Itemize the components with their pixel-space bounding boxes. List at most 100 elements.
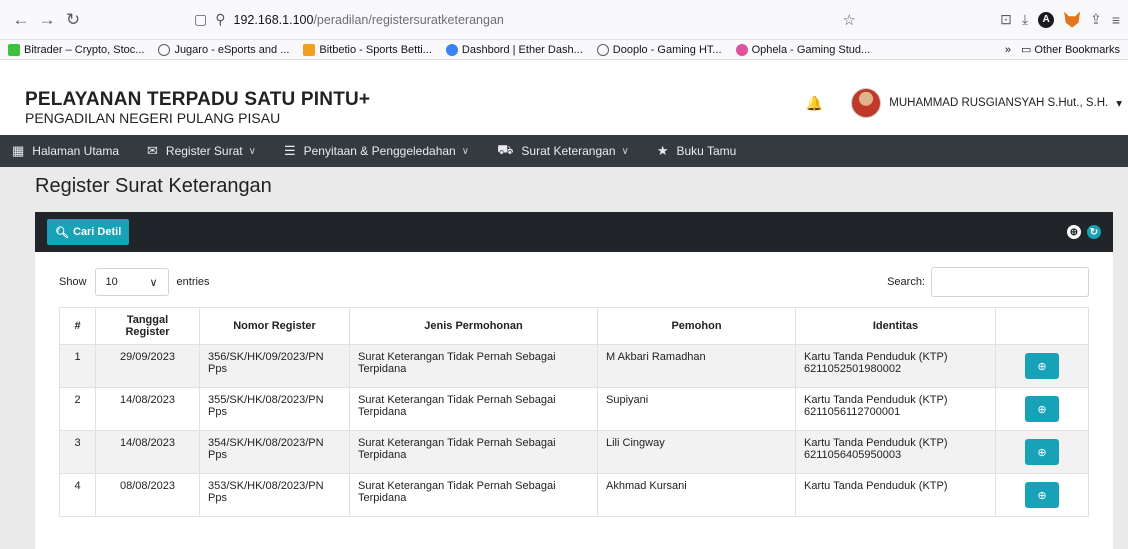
cell-tanggal: 14/08/2023 <box>95 430 200 474</box>
bitbetio-icon <box>303 43 316 56</box>
chevron-down-icon: ∨ <box>461 145 470 157</box>
cell-identitas: Kartu Tanda Penduduk (KTP) 62110564059500… <box>795 430 996 474</box>
bookmark-item[interactable]: Ophela - Gaming Stud... <box>735 43 871 56</box>
col-header-identitas[interactable]: Identitas <box>795 307 996 345</box>
cell-jenis: Surat Keterangan Tidak Pernah Sebagai Te… <box>349 387 598 431</box>
cell-pemohon: M Akbari Ramadhan <box>597 344 796 388</box>
cell-num: 2 <box>59 387 96 431</box>
folder-icon: ▭ <box>1020 44 1032 56</box>
bookmark-label: Bitrader – Crypto, Stoc... <box>24 43 145 56</box>
cell-pemohon: Akhmad Kursani <box>597 473 796 517</box>
star-icon: ★ <box>656 143 669 158</box>
download-icon[interactable]: ⤓ <box>1022 11 1028 28</box>
car-icon: ⛟ <box>497 142 514 157</box>
nav-label: Register Surat <box>165 144 243 158</box>
col-header-num[interactable]: # <box>59 307 96 345</box>
search-icon: 🔍︎ <box>55 226 69 239</box>
connection-icon: ⚲ <box>215 11 226 27</box>
col-header-action <box>995 307 1089 345</box>
plus-circle-icon[interactable]: ⊕ <box>1067 225 1081 239</box>
search-plus-icon: ⊕ <box>1037 489 1047 502</box>
nav-item-register-surat[interactable]: ✉ Register Surat ∨ <box>147 143 256 159</box>
main-navbar: ▦ Halaman Utama ✉ Register Surat ∨ ☰ Penyita… <box>0 135 1128 167</box>
extension-a-icon[interactable]: A <box>1038 11 1055 28</box>
entries-value: 10 <box>105 276 118 288</box>
back-icon[interactable]: ← <box>8 7 34 33</box>
chevron-double-right-icon[interactable]: » <box>1005 44 1011 56</box>
table-header-row: # Tanggal Register Nomor Register Jenis … <box>59 307 1089 345</box>
view-button[interactable]: ⊕ <box>1025 439 1059 465</box>
envelope-icon: ✉ <box>147 143 158 158</box>
cell-nomor: 353/SK/HK/08/2023/PN Pps <box>199 473 350 517</box>
nav-item-surat-keterangan[interactable]: ⛟ Surat Keterangan ∨ <box>497 142 629 160</box>
url-path: /peradilan/registersuratketerangan <box>313 12 504 27</box>
refresh-icon[interactable]: ↻ <box>1087 225 1101 239</box>
menu-icon[interactable]: ≡ <box>1112 12 1120 28</box>
caret-down-icon[interactable]: ▾ <box>1116 96 1122 110</box>
ophela-icon <box>735 43 748 56</box>
nav-label: Halaman Utama <box>32 144 119 158</box>
address-bar[interactable]: ▢ ⚲ 192.168.1.100/peradilan/registersura… <box>184 5 866 35</box>
list-icon: ☰ <box>283 143 296 158</box>
identitas-number: 6211056112700001 <box>804 406 901 418</box>
nav-label: Penyitaan & Penggeledahan <box>303 144 456 158</box>
bookmark-item[interactable]: Dashbord | Ether Dash... <box>445 43 583 56</box>
col-header-pemohon[interactable]: Pemohon <box>597 307 796 345</box>
page-title: Register Surat Keterangan <box>35 175 272 197</box>
identitas-number: 6211056405950003 <box>804 449 902 461</box>
col-header-jenis[interactable]: Jenis Permohonan <box>349 307 598 345</box>
nav-item-penyitaan[interactable]: ☰ Penyitaan & Penggeledahan ∨ <box>284 143 469 159</box>
table-row: 2 14/08/2023 355/SK/HK/08/2023/PN Pps Su… <box>59 387 1089 431</box>
other-bookmarks[interactable]: ▭ Other Bookmarks <box>1021 43 1120 56</box>
bookmark-star-icon[interactable]: ☆ <box>843 11 856 29</box>
table-row: 4 08/08/2023 353/SK/HK/08/2023/PN Pps Su… <box>59 473 1089 517</box>
bookmark-item[interactable]: Bitrader – Crypto, Stoc... <box>8 43 145 56</box>
col-header-tanggal[interactable]: Tanggal Register <box>95 307 200 345</box>
cari-detil-button[interactable]: 🔍︎ Cari Detil <box>47 219 130 245</box>
view-button[interactable]: ⊕ <box>1025 482 1059 508</box>
share-icon[interactable]: ⇪ <box>1090 11 1102 28</box>
bookmark-item[interactable]: Bitbetio - Sports Betti... <box>303 43 432 56</box>
search-input[interactable] <box>931 267 1089 297</box>
nav-item-buku-tamu[interactable]: ★ Buku Tamu <box>657 143 736 159</box>
metamask-icon[interactable] <box>1064 11 1081 28</box>
col-header-nomor[interactable]: Nomor Register <box>199 307 350 345</box>
pocket-icon[interactable]: ⊡ <box>1000 11 1012 28</box>
cell-num: 3 <box>59 430 96 474</box>
bookmark-item[interactable]: Jugaro - eSports and ... <box>158 43 289 56</box>
identitas-type: Kartu Tanda Penduduk (KTP) <box>804 394 948 406</box>
register-table: # Tanggal Register Nomor Register Jenis … <box>59 307 1089 517</box>
search-plus-icon: ⊕ <box>1037 360 1047 373</box>
chevron-down-icon: ∨ <box>149 276 158 289</box>
reload-icon[interactable]: ↻ <box>60 7 86 33</box>
bookmarks-bar: Bitrader – Crypto, Stoc... Jugaro - eSpo… <box>0 40 1128 60</box>
nav-item-halaman-utama[interactable]: ▦ Halaman Utama <box>12 143 119 159</box>
url-host: 192.168.1.100 <box>233 12 314 27</box>
cell-num: 4 <box>59 473 96 517</box>
bookmark-label: Bitbetio - Sports Betti... <box>319 43 432 56</box>
bookmark-item[interactable]: Dooplo - Gaming HT... <box>596 43 722 56</box>
show-label: Show <box>59 276 87 288</box>
avatar[interactable] <box>851 88 882 118</box>
cell-nomor: 356/SK/HK/09/2023/PN Pps <box>199 344 350 388</box>
cell-jenis: Surat Keterangan Tidak Pernah Sebagai Te… <box>349 344 598 388</box>
identitas-type: Kartu Tanda Penduduk (KTP) <box>804 480 948 492</box>
search-plus-icon: ⊕ <box>1037 446 1047 459</box>
cell-jenis: Surat Keterangan Tidak Pernah Sebagai Te… <box>349 430 598 474</box>
entries-select[interactable]: 10 ∨ <box>94 268 169 296</box>
nav-label: Buku Tamu <box>676 144 737 158</box>
cell-action: ⊕ <box>995 387 1089 431</box>
nav-label: Surat Keterangan <box>521 144 616 158</box>
register-card: 🔍︎ Cari Detil ⊕ ↻ Show 10 ∨ entries Searc… <box>35 212 1113 549</box>
globe-icon <box>158 43 171 56</box>
view-button[interactable]: ⊕ <box>1025 396 1059 422</box>
browser-toolbar: ← → ↻ ▢ ⚲ 192.168.1.100/peradilan/regist… <box>0 0 1128 40</box>
view-button[interactable]: ⊕ <box>1025 353 1059 379</box>
search-plus-icon: ⊕ <box>1037 403 1047 416</box>
forward-icon[interactable]: → <box>34 7 60 33</box>
bell-icon[interactable]: 🔔 <box>806 95 823 112</box>
identitas-number: 6211052501980002 <box>804 363 902 375</box>
bookmark-label: Ophela - Gaming Stud... <box>751 43 871 56</box>
user-name[interactable]: MUHAMMAD RUSGIANSYAH S.Hut., S.H. <box>889 97 1108 109</box>
cell-nomor: 354/SK/HK/08/2023/PN Pps <box>199 430 350 474</box>
